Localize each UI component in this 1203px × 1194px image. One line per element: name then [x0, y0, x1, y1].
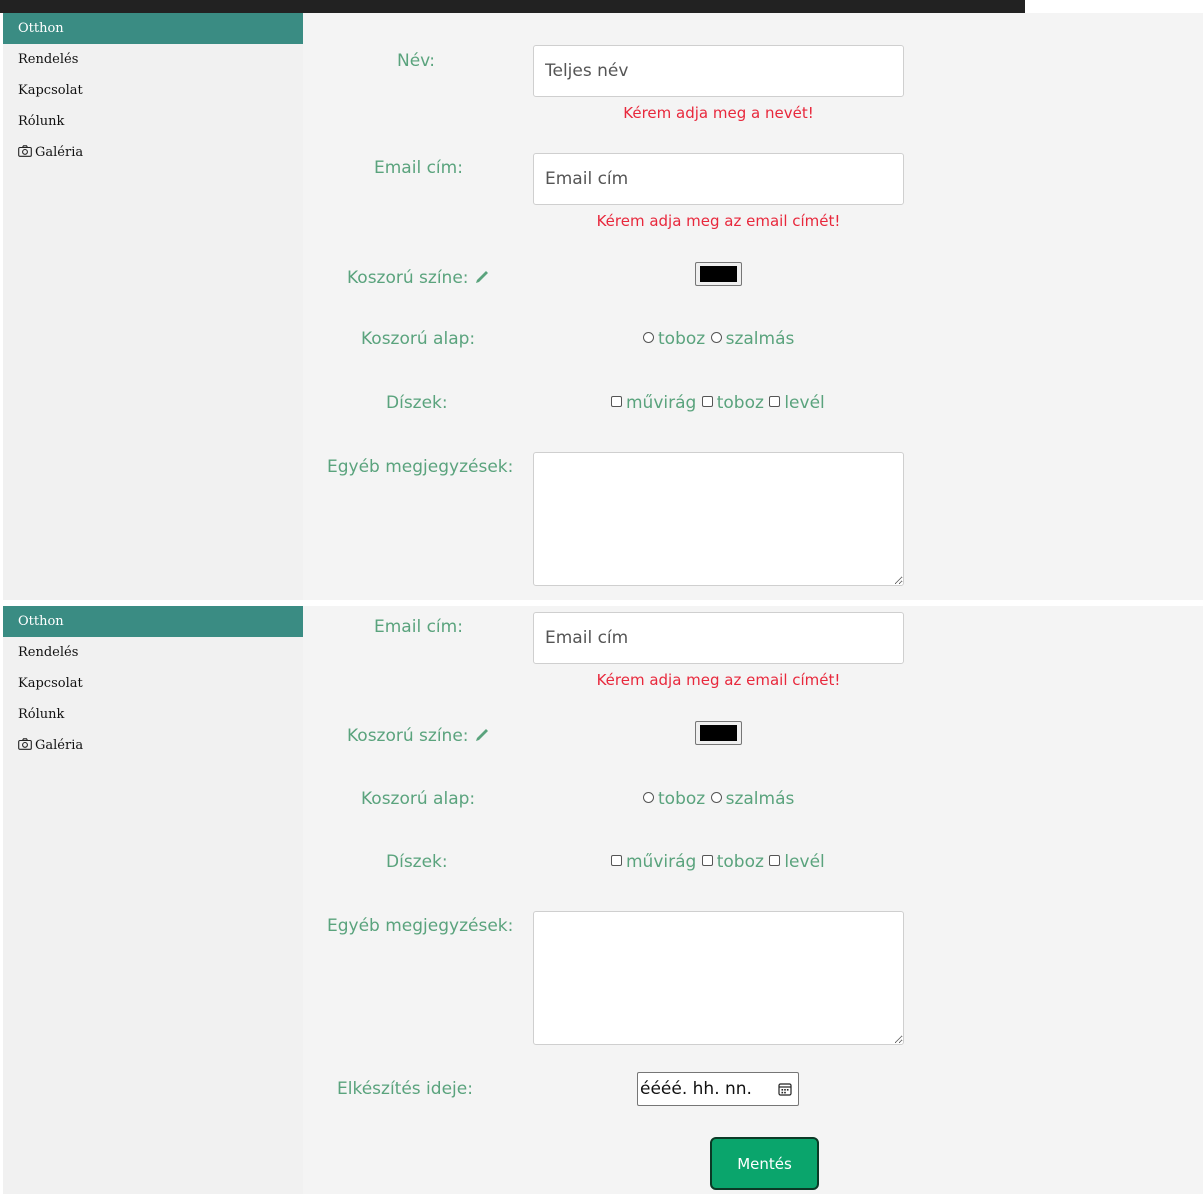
sidebar-item-galeria[interactable]: Galéria	[3, 730, 303, 761]
sidebar-item-galeria[interactable]: Galéria	[3, 137, 303, 168]
checkbox[interactable]	[611, 396, 622, 407]
option-label: toboz	[658, 329, 706, 349]
checkbox[interactable]	[769, 396, 781, 407]
top-bar	[0, 0, 1025, 13]
option-label: toboz	[716, 393, 764, 413]
date-placeholder: éééé. hh. nn.	[640, 1079, 752, 1099]
form-panel-top: Otthon Rendelés Kapcsolat Rólunk Galéria…	[3, 13, 1203, 600]
radio-button[interactable]	[710, 792, 722, 803]
option-label: szalmás	[725, 789, 795, 809]
email-error: Kérem adja meg az email címét!	[596, 671, 841, 689]
option-label: szalmás	[725, 329, 795, 349]
base-option-szalmas[interactable]: szalmás	[710, 329, 795, 349]
decor-option-muvirag[interactable]: művirág	[611, 393, 696, 413]
email-label: Email cím:	[374, 617, 463, 637]
base-options: toboz szalmás	[643, 789, 794, 809]
pencil-icon	[475, 729, 488, 741]
option-label: toboz	[658, 789, 706, 809]
color-label: Koszorú színe:	[347, 726, 489, 746]
checkbox[interactable]	[769, 855, 781, 866]
form-panel-bottom: Otthon Rendelés Kapcsolat Rólunk Galéria…	[3, 606, 1203, 1194]
sidebar-item-rolunk[interactable]: Rólunk	[3, 699, 303, 730]
sidebar-item-label: Rólunk	[18, 707, 65, 722]
decor-options: művirág toboz levél	[611, 393, 825, 413]
camera-icon	[18, 145, 32, 157]
base-option-toboz[interactable]: toboz	[643, 789, 705, 809]
camera-icon	[18, 738, 32, 750]
color-preview	[700, 725, 737, 741]
notes-label: Egyéb megjegyzések:	[327, 457, 514, 477]
decor-option-toboz[interactable]: toboz	[701, 393, 764, 413]
base-option-toboz[interactable]: toboz	[643, 329, 705, 349]
sidebar-item-otthon[interactable]: Otthon	[3, 606, 303, 637]
date-label: Elkészítés ideje:	[337, 1079, 473, 1099]
notes-textarea[interactable]	[533, 911, 904, 1045]
color-label: Koszorú színe:	[347, 268, 489, 288]
sidebar: Otthon Rendelés Kapcsolat Rólunk Galéria	[3, 606, 303, 1194]
decor-options: művirág toboz levél	[611, 852, 825, 872]
option-label: levél	[784, 393, 825, 413]
sidebar-item-label: Galéria	[35, 738, 84, 753]
sidebar: Otthon Rendelés Kapcsolat Rólunk Galéria	[3, 13, 303, 600]
email-input[interactable]	[533, 153, 904, 205]
sidebar-item-kapcsolat[interactable]: Kapcsolat	[3, 75, 303, 106]
option-label: művirág	[626, 852, 697, 872]
sidebar-item-otthon[interactable]: Otthon	[3, 13, 303, 44]
decor-option-level[interactable]: levél	[769, 852, 825, 872]
decor-label: Díszek:	[386, 852, 448, 872]
name-error: Kérem adja meg a nevét!	[623, 104, 814, 122]
decor-option-toboz[interactable]: toboz	[701, 852, 764, 872]
decor-option-level[interactable]: levél	[769, 393, 825, 413]
option-label: toboz	[716, 852, 764, 872]
radio-button[interactable]	[643, 792, 654, 803]
base-option-szalmas[interactable]: szalmás	[710, 789, 795, 809]
color-label-text: Koszorú színe:	[347, 726, 469, 746]
decor-label: Díszek:	[386, 393, 448, 413]
color-label-text: Koszorú színe:	[347, 268, 469, 288]
sidebar-item-label: Otthon	[18, 21, 64, 36]
radio-button[interactable]	[710, 332, 722, 343]
checkbox[interactable]	[611, 855, 622, 866]
checkbox[interactable]	[701, 855, 713, 866]
email-label: Email cím:	[374, 158, 463, 178]
color-picker[interactable]	[695, 721, 742, 745]
sidebar-item-rolunk[interactable]: Rólunk	[3, 106, 303, 137]
notes-textarea[interactable]	[533, 452, 904, 586]
radio-button[interactable]	[643, 332, 654, 343]
email-error: Kérem adja meg az email címét!	[596, 212, 841, 230]
sidebar-item-rendeles[interactable]: Rendelés	[3, 44, 303, 75]
base-label: Koszorú alap:	[361, 789, 476, 809]
color-preview	[700, 266, 737, 282]
sidebar-item-label: Rendelés	[18, 645, 79, 660]
pencil-icon	[475, 271, 488, 283]
sidebar-item-label: Otthon	[18, 614, 64, 629]
base-options: toboz szalmás	[643, 329, 794, 349]
checkbox[interactable]	[701, 396, 713, 407]
sidebar-item-label: Kapcsolat	[18, 676, 83, 691]
sidebar-item-label: Galéria	[35, 145, 84, 160]
decor-option-muvirag[interactable]: művirág	[611, 852, 696, 872]
option-label: levél	[784, 852, 825, 872]
name-input[interactable]	[533, 45, 904, 97]
color-picker[interactable]	[695, 262, 742, 286]
calendar-icon[interactable]	[778, 1082, 792, 1096]
base-label: Koszorú alap:	[361, 329, 476, 349]
sidebar-item-kapcsolat[interactable]: Kapcsolat	[3, 668, 303, 699]
email-input[interactable]	[533, 612, 904, 664]
sidebar-item-label: Rólunk	[18, 114, 65, 129]
date-input[interactable]: éééé. hh. nn.	[637, 1072, 799, 1106]
name-label: Név:	[397, 51, 436, 71]
sidebar-item-rendeles[interactable]: Rendelés	[3, 637, 303, 668]
sidebar-item-label: Kapcsolat	[18, 83, 83, 98]
notes-label: Egyéb megjegyzések:	[327, 916, 514, 936]
sidebar-item-label: Rendelés	[18, 52, 79, 67]
save-button[interactable]: Mentés	[710, 1137, 819, 1190]
option-label: művirág	[626, 393, 697, 413]
